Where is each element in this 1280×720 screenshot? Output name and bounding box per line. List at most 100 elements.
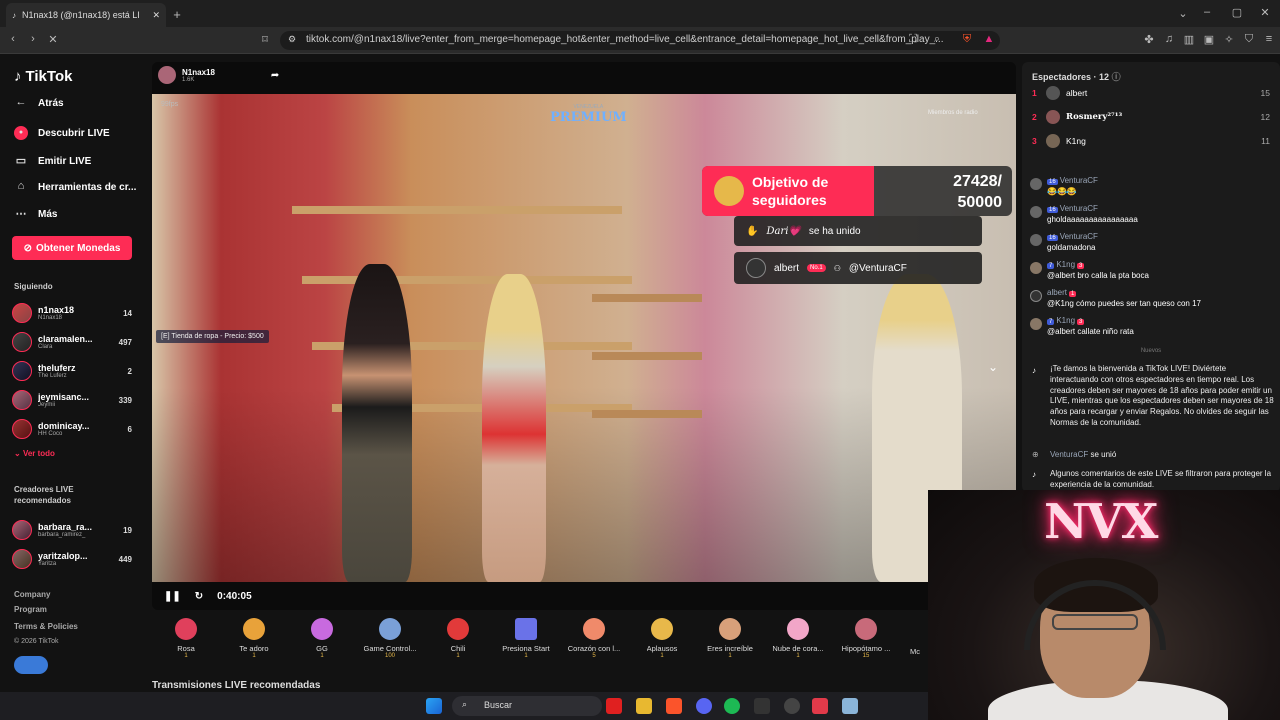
discord-icon[interactable] [696,698,712,714]
gift-item[interactable]: Presiona Start 1 [492,612,560,662]
top-viewer[interactable]: 3 K1ng 11 [1032,132,1270,150]
recommended-item[interactable]: yaritzalop... Yaritza 449 [12,548,132,570]
wallet-icon[interactable]: ▣ [1202,33,1216,46]
viewer-count: 2 [127,366,132,376]
chat-message[interactable]: 16 VenturaCF gholdaaaaaaaaaaaaaaaa [1030,204,1274,226]
nav-go-live[interactable]: ▭ Emitir LIVE [14,154,92,168]
music-icon[interactable]: ♫ [1162,33,1176,45]
recorder-icon[interactable] [812,698,828,714]
brave-shield-icon[interactable]: ⛨ [960,33,974,46]
following-item[interactable]: jeymisanc... Jeymii 339 [12,389,132,411]
recommended-sub: barbara_ramirez_ [38,532,86,538]
gift-item[interactable]: Game Control... 100 [356,612,424,662]
stream-video[interactable]: 99fps VENEZUELA PREMIUM Miembros de radi… [152,94,1016,582]
viewers-heading[interactable]: Espectadores · 12 ⓘ [1032,70,1121,83]
capcut-icon[interactable] [754,698,770,714]
gift-item[interactable]: Eres increíble 1 [696,612,764,662]
spotify-icon[interactable] [724,698,740,714]
chat-text: gholdaaaaaaaaaaaaaaaa [1047,214,1138,224]
gift-item[interactable]: Chili 1 [424,612,492,662]
gift-item[interactable]: GG 1 [288,612,356,662]
nav-back[interactable]: ← Atrás [14,96,64,110]
see-all-link[interactable]: ⌄ Ver todo [14,449,55,458]
back-button[interactable]: ‹ [6,33,20,45]
brave-rewards-icon[interactable]: ▲ [982,33,996,45]
nav-more[interactable]: ⋯ Más [14,207,58,221]
top-viewer[interactable]: 1 albert 15 [1032,84,1270,102]
gift-item[interactable]: Corazón con l... 5 [560,612,628,662]
share-icon[interactable]: ➦ [271,70,279,81]
gift-item[interactable]: Rosa 1 [152,612,220,662]
following-item[interactable]: dominicay... HH Coco 6 [12,418,132,440]
goal-target: 50000 [957,193,1003,211]
bookmark-icon[interactable]: ⌑ [258,33,272,46]
gift-price: 5 [592,653,596,659]
following-item[interactable]: n1nax18 N1nax18 14 [12,302,132,324]
pause-button[interactable]: ❚❚ [164,591,181,602]
folder-icon[interactable] [636,698,652,714]
store-hint: [E] Tienda de ropa - Precio: $500 [156,330,269,343]
zoom-icon[interactable]: ⌕ [930,33,944,46]
forward-button[interactable]: › [26,33,40,45]
extensions-icon[interactable]: ✤ [1142,33,1156,46]
tab-list-chevron-icon[interactable]: ⌄ [1176,7,1190,20]
footer-company-link[interactable]: Company [14,590,50,599]
nav-discover-live[interactable]: ● Descubrir LIVE [14,126,110,140]
tab-close-icon[interactable]: ✕ [152,10,160,21]
following-item[interactable]: claramalen... Clara 497 [12,331,132,353]
site-info-icon[interactable]: ⚙ [288,34,296,45]
chat-message[interactable]: 16 VenturaCF 😂😂😂 [1030,176,1274,198]
gift-item[interactable]: Hipopótamo ... 15 [832,612,900,662]
chat-message[interactable]: 16 VenturaCF goldamadona [1030,232,1274,254]
maximize-button[interactable]: ▢ [1230,6,1244,19]
gift-item[interactable]: Aplausos 1 [628,612,696,662]
app-toggle-icon[interactable] [14,656,48,674]
url-field[interactable]: ⚙ tiktok.com/@n1nax18/live?enter_from_me… [280,31,1000,50]
windows-start-icon[interactable] [426,698,442,714]
tiktok-logo[interactable]: ♪ TikTok [14,68,72,85]
viewer-name: K1ng [1066,136,1086,146]
new-tab-button[interactable]: + [170,7,184,22]
menu-icon[interactable]: ≡ [1262,33,1276,45]
gift-item[interactable]: Te adoro 1 [220,612,288,662]
avatar [12,332,32,352]
gift-price: 1 [660,653,664,659]
viewer-name: Rosmery²⁷¹³ [1066,112,1123,122]
brave-icon[interactable] [666,698,682,714]
chat-message[interactable]: 7 K1ng 3 @albert callate niño rata [1030,316,1274,338]
youtube-icon[interactable] [606,698,622,714]
joined-user: VenturaCF [1050,450,1089,459]
gift-item[interactable]: Nube de cora... 1 [764,612,832,662]
info-icon[interactable]: ⓘ [1112,72,1121,82]
following-item[interactable]: theluferz The Luferz 2 [12,360,132,382]
gift-name: GG [316,644,328,653]
collapse-chevron-icon[interactable]: ⌄ [988,360,998,374]
browser-tab[interactable]: ♪ N1nax18 (@n1nax18) está LI ✕ [6,3,166,27]
stop-loading-button[interactable]: ✕ [46,33,60,46]
heart-icon [243,618,265,640]
nav-creator-tools[interactable]: ⌂ Herramientas de cr... [14,180,137,194]
obs-icon[interactable] [784,698,800,714]
leo-icon[interactable]: ✧ [1222,33,1236,46]
get-coins-button[interactable]: ⊘ Obtener Monedas [12,236,132,260]
footer-program-link[interactable]: Program [14,605,47,614]
sidebar-toggle-icon[interactable]: ▥ [1182,33,1196,46]
join-icon: ⊕ [1032,450,1039,459]
more-gifts-button[interactable]: Mc [900,612,930,662]
footer-terms-link[interactable]: Terms & Policies [14,622,78,631]
vpn-icon[interactable]: ⛉ [1242,33,1256,46]
recommended-item[interactable]: barbara_ra... barbara_ramirez_ 19 [12,519,132,541]
minimize-button[interactable]: – [1200,6,1214,18]
chat-message[interactable]: 7 K1ng 3 @albert bro calla la pta boca [1030,260,1274,282]
chat-message[interactable]: albert 1 @K1ng cómo puedes ser tan queso c… [1030,288,1274,310]
translate-icon[interactable]: ⛶ [906,33,920,46]
top-viewer[interactable]: 2 Rosmery²⁷¹³ 12 [1032,108,1270,126]
chat-text: @K1ng cómo puedes ser tan queso con 17 [1047,298,1201,308]
live-player[interactable]: N1nax18 1.6K ➦ 99fps VENEZUELA PREMIUM M… [152,62,1016,610]
refresh-button[interactable]: ↻ [195,591,203,602]
close-window-button[interactable]: ✕ [1258,6,1272,19]
host-info[interactable]: N1nax18 1.6K ➦ [158,66,279,84]
following-sub: HH Coco [38,431,63,437]
app-icon[interactable] [842,698,858,714]
taskbar-search[interactable]: ⌕ Buscar [452,696,602,716]
